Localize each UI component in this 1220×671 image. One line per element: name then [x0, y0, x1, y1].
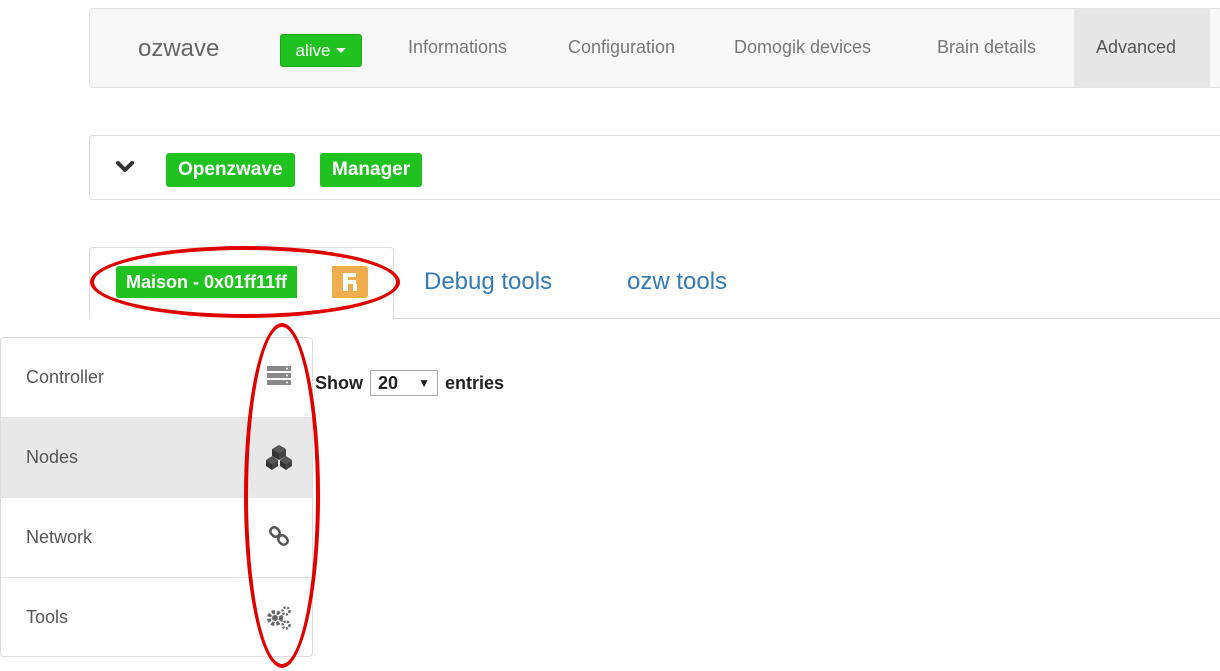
nav-advanced-label: Advanced: [1096, 37, 1177, 57]
nav-informations[interactable]: Informations: [408, 37, 507, 58]
sidebar-item-label: Nodes: [26, 447, 79, 467]
plugin-panel-header: Openzwave Manager: [89, 135, 1220, 200]
openzwave-label: Openzwave: [166, 153, 295, 187]
sidebar-item-label: Network: [26, 527, 93, 547]
sidebar-item-controller[interactable]: Controller: [1, 338, 312, 418]
sidebar-item-label: Controller: [26, 367, 105, 387]
sidebar-item-network[interactable]: Network: [1, 498, 312, 578]
cubes-icon: [266, 445, 292, 470]
nav-domogik-devices[interactable]: Domogik devices: [734, 37, 871, 58]
status-dropdown[interactable]: alive: [280, 34, 362, 67]
caret-down-icon: [336, 48, 347, 53]
nav-brain-details[interactable]: Brain details: [937, 37, 1036, 58]
nav-advanced[interactable]: Advanced: [1074, 9, 1210, 87]
tab-ozw-tools[interactable]: ozw tools: [627, 268, 727, 296]
tab-debug-tools[interactable]: Debug tools: [424, 268, 552, 296]
entries-label: entries: [445, 372, 505, 393]
manager-label: Manager: [320, 153, 423, 187]
show-label: Show: [315, 372, 363, 393]
server-icon: [267, 366, 291, 385]
entries-select[interactable]: 20 ▼: [370, 370, 438, 396]
status-label: alive: [295, 40, 331, 60]
chevron-down-icon[interactable]: [116, 158, 134, 176]
entries-length-control: Show 20 ▼ entries: [315, 370, 504, 396]
top-navbar: ozwave alive Informations Configuration …: [89, 8, 1220, 88]
controller-label: Maison - 0x01ff11ff: [116, 266, 298, 298]
sidebar-item-nodes[interactable]: Nodes: [1, 418, 312, 498]
tab-maison[interactable]: Maison - 0x01ff11ff: [89, 247, 394, 319]
cogs-icon: [267, 606, 291, 630]
nav-configuration[interactable]: Configuration: [568, 37, 675, 58]
dropdown-arrow-icon: ▼: [418, 376, 430, 390]
link-icon: [269, 526, 289, 546]
entries-value: 20: [378, 372, 399, 393]
network-status-icon: [332, 266, 368, 298]
sidebar-menu: Controller Nodes Network Tools: [0, 337, 313, 657]
sidebar-item-tools[interactable]: Tools: [1, 578, 312, 656]
brand-title[interactable]: ozwave: [138, 35, 219, 63]
sidebar-item-label: Tools: [26, 607, 69, 627]
